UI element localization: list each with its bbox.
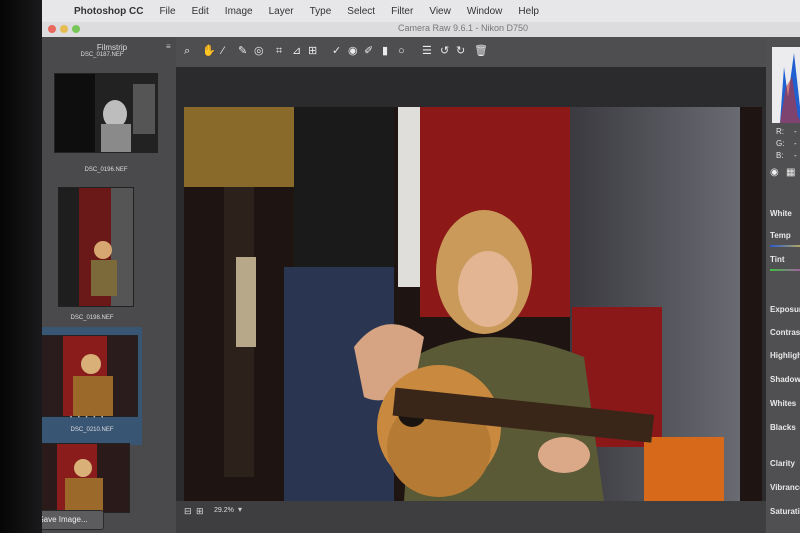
crop-tool-icon[interactable]: ⌗ <box>276 44 282 58</box>
image-preview-area: ⊟ ⊞ 29.2% ▾ <box>176 67 766 533</box>
transform-tool-icon[interactable]: ⊞ <box>308 44 317 58</box>
thumb-filename: DSC_0187.NEF <box>80 52 124 58</box>
filmstrip-header: Filmstrip <box>96 43 128 52</box>
thumbnail-2-image <box>59 188 133 306</box>
thumbnail-4[interactable] <box>42 443 130 513</box>
tint-label: Tint <box>770 255 785 264</box>
filmstrip-panel: Filmstrip ≡ DSC_0187.NEF DSC_0196.NEF DS… <box>42 37 176 533</box>
contrast-label: Contrast <box>770 328 800 337</box>
close-window-button[interactable] <box>48 25 56 33</box>
readout-b-label: B: <box>776 151 784 160</box>
zoom-dropdown-icon[interactable]: ▾ <box>238 505 242 514</box>
basic-panel-icon[interactable]: ◉ <box>770 167 779 178</box>
exposure-label: Exposure <box>770 305 800 314</box>
menu-edit[interactable]: Edit <box>192 6 209 17</box>
monitor-bezel <box>0 0 42 533</box>
white-balance-tool-icon[interactable]: ⁄ <box>222 44 224 58</box>
histogram-graph <box>772 47 800 123</box>
spot-removal-tool-icon[interactable]: ✓ <box>332 44 341 58</box>
vibrance-label: Vibrance <box>770 483 800 492</box>
graduated-filter-icon[interactable]: ▮ <box>382 44 388 58</box>
adjustments-panel: R: - G: - B: - ◉ ▦ White Temp Tint Expos… <box>766 37 800 533</box>
hand-tool-icon[interactable]: ✋ <box>202 44 216 58</box>
zoom-level[interactable]: 29.2% <box>214 507 234 514</box>
thumbnail-3[interactable] <box>42 335 138 417</box>
zoom-in-icon[interactable]: ⊞ <box>196 506 204 517</box>
screen: Photoshop CC File Edit Image Layer Type … <box>42 0 800 533</box>
menu-filter[interactable]: Filter <box>391 6 413 17</box>
thumbnail-1-image <box>55 74 157 152</box>
preview-photo-image <box>184 107 762 501</box>
thumbnail-3-image <box>42 336 137 416</box>
temp-slider[interactable] <box>770 245 800 247</box>
readout-g-label: G: <box>776 139 785 148</box>
readout-r-value: - <box>794 127 797 136</box>
straighten-tool-icon[interactable]: ⊿ <box>292 44 301 58</box>
filmstrip-menu-icon[interactable]: ≡ <box>166 42 171 51</box>
highlights-label: Highlights <box>770 351 800 360</box>
preview-photo[interactable] <box>184 107 762 501</box>
histogram <box>772 47 800 123</box>
adjustment-brush-icon[interactable]: ✐ <box>364 44 373 58</box>
menu-image[interactable]: Image <box>225 6 253 17</box>
rotate-ccw-icon[interactable]: ↺ <box>440 44 449 58</box>
shadows-label: Shadows <box>770 375 800 384</box>
tint-slider[interactable] <box>770 269 800 271</box>
camera-raw-toolbar: ⌕ ✋ ⁄ ✎ ◎ ⌗ ⊿ ⊞ ✓ ◉ ✐ ▮ ○ ☰ ↺ ↻ 🗑 ⬈ <box>176 37 800 67</box>
rating-stars[interactable]: • • • • • <box>70 415 105 421</box>
menu-app-name[interactable]: Photoshop CC <box>74 6 143 17</box>
zoom-tool-icon[interactable]: ⌕ <box>184 44 190 58</box>
readout-b-value: - <box>794 151 797 160</box>
minimize-window-button[interactable] <box>60 25 68 33</box>
zoom-out-icon[interactable]: ⊟ <box>184 506 192 517</box>
thumbnail-1[interactable] <box>54 73 158 153</box>
trash-icon[interactable]: 🗑 <box>474 44 488 58</box>
menu-help[interactable]: Help <box>518 6 539 17</box>
thumb-filename: DSC_0210.NEF <box>70 427 114 433</box>
blacks-label: Blacks <box>770 423 796 432</box>
thumbnail-4-image <box>42 444 129 512</box>
menu-layer[interactable]: Layer <box>269 6 294 17</box>
preferences-icon[interactable]: ☰ <box>422 44 432 58</box>
menu-select[interactable]: Select <box>347 6 375 17</box>
thumb-filename: DSC_0196.NEF <box>84 167 128 173</box>
zoom-window-button[interactable] <box>72 25 80 33</box>
red-eye-tool-icon[interactable]: ◉ <box>348 44 358 58</box>
temp-label: Temp <box>770 231 791 240</box>
menu-bar: Photoshop CC File Edit Image Layer Type … <box>42 0 800 22</box>
readout-g-value: - <box>794 139 797 148</box>
menu-file[interactable]: File <box>159 6 175 17</box>
radial-filter-icon[interactable]: ○ <box>398 44 405 58</box>
whites-label: Whites <box>770 399 797 408</box>
clarity-label: Clarity <box>770 459 795 468</box>
white-balance-label: White <box>770 209 792 218</box>
tone-curve-panel-icon[interactable]: ▦ <box>786 167 795 178</box>
menu-type[interactable]: Type <box>310 6 332 17</box>
window-titlebar: Camera Raw 9.6.1 - Nikon D750 <box>42 22 800 37</box>
menu-view[interactable]: View <box>429 6 451 17</box>
window-title: Camera Raw 9.6.1 - Nikon D750 <box>398 23 529 33</box>
menu-window[interactable]: Window <box>467 6 503 17</box>
targeted-adjustment-tool-icon[interactable]: ◎ <box>254 44 264 58</box>
preview-bottom-bar: ⊟ ⊞ 29.2% ▾ <box>176 501 766 533</box>
color-sampler-tool-icon[interactable]: ✎ <box>238 44 247 58</box>
rotate-cw-icon[interactable]: ↻ <box>456 44 465 58</box>
thumbnail-2[interactable] <box>58 187 134 307</box>
thumb-filename: DSC_0198.NEF <box>70 315 114 321</box>
save-image-button[interactable]: Save Image... <box>42 510 104 530</box>
saturation-label: Saturation <box>770 507 800 516</box>
readout-r-label: R: <box>776 127 784 136</box>
window-controls <box>48 25 80 33</box>
